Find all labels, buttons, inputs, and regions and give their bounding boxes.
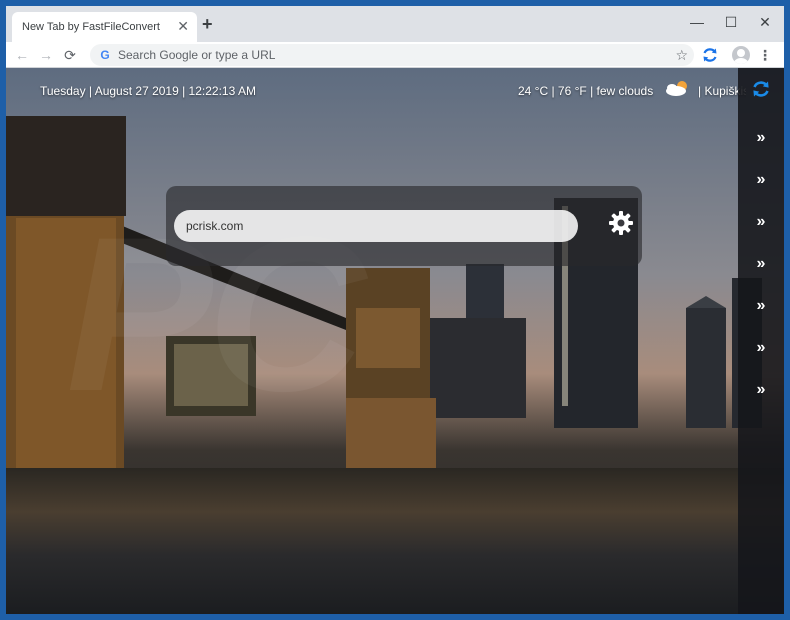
profile-avatar[interactable] xyxy=(732,46,750,64)
sidebar-chevron-6-icon[interactable]: » xyxy=(738,336,784,360)
refresh-icon[interactable] xyxy=(750,78,772,100)
new-tab-page: PC Tuesday | August 27 2019 | 12:22:13 A… xyxy=(6,68,784,614)
google-icon: G xyxy=(100,48,110,62)
sidebar-chevron-2-icon[interactable]: » xyxy=(738,168,784,192)
sidebar-chevron-3-icon[interactable]: » xyxy=(738,210,784,234)
address-input[interactable] xyxy=(118,47,658,63)
sidebar-chevron-5-icon[interactable]: » xyxy=(738,294,784,318)
sidebar-chevron-1-icon[interactable]: » xyxy=(738,126,784,150)
reload-button[interactable]: ⟳ xyxy=(60,45,80,65)
date-time-display: Tuesday | August 27 2019 | 12:22:13 AM xyxy=(40,84,256,98)
omnibox[interactable]: G ☆ xyxy=(90,44,694,66)
tab-title: New Tab by FastFileConvert xyxy=(22,21,160,33)
tab-close-icon[interactable]: ✕ xyxy=(177,18,189,34)
close-window-button[interactable]: ✕ xyxy=(754,12,776,32)
back-button[interactable]: ← xyxy=(12,45,32,65)
search-panel xyxy=(166,186,642,266)
right-sidebar: » » » » » » » xyxy=(738,68,784,614)
maximize-button[interactable]: ☐ xyxy=(720,12,742,32)
river-reflection xyxy=(6,468,784,614)
search-input[interactable] xyxy=(174,210,578,242)
sidebar-chevron-7-icon[interactable]: » xyxy=(738,378,784,402)
minimize-button[interactable]: — xyxy=(686,12,708,32)
browser-window: New Tab by FastFileConvert ✕ + — ☐ ✕ ← →… xyxy=(6,6,784,614)
avatar-head xyxy=(737,49,745,57)
sidebar-chevron-4-icon[interactable]: » xyxy=(738,252,784,276)
few-clouds-icon xyxy=(666,81,687,96)
toolbar: ← → ⟳ G ☆ ⋮ xyxy=(6,42,784,68)
tab-new-tab[interactable]: New Tab by FastFileConvert ✕ xyxy=(12,12,197,42)
extension-sync-icon[interactable] xyxy=(700,45,720,65)
bookmark-star-icon[interactable]: ☆ xyxy=(675,46,688,64)
forward-button[interactable]: → xyxy=(36,45,56,65)
gear-icon[interactable] xyxy=(608,210,634,236)
browser-menu-icon[interactable]: ⋮ xyxy=(758,46,772,64)
title-bar: New Tab by FastFileConvert ✕ + — ☐ ✕ xyxy=(6,6,784,42)
new-tab-button[interactable]: + xyxy=(202,15,213,33)
weather-display: 24 °C | 76 °F | few clouds xyxy=(518,84,654,98)
avatar-body xyxy=(734,58,748,64)
